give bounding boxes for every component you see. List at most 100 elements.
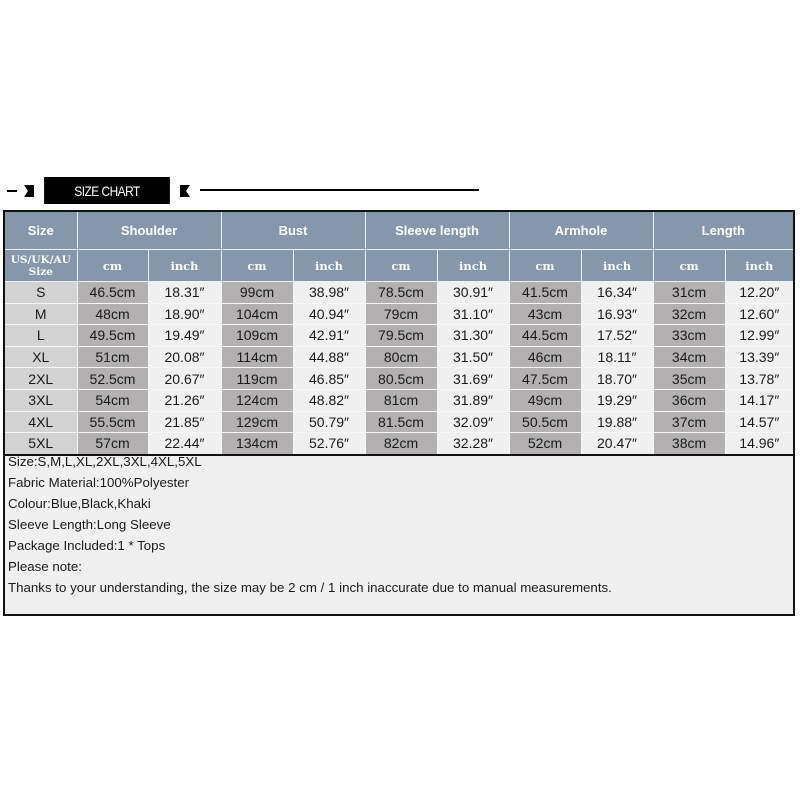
- note-line: Package Included:1 * Tops: [8, 538, 166, 553]
- armhole-cm-cell: 46cm: [509, 346, 582, 369]
- header-armhole: Armhole: [509, 212, 654, 250]
- armhole-cm-cell: 44.5cm: [509, 324, 582, 347]
- armhole-inch-cell: 16.93″: [581, 303, 654, 326]
- size-cell: S: [5, 281, 78, 304]
- shoulder-inch-cell: 20.08″: [148, 346, 222, 369]
- note-line: Fabric Material:100%Polyester: [8, 475, 190, 490]
- sleeve-inch-cell: 31.69″: [437, 367, 510, 390]
- length-cm-cell: 32cm: [653, 303, 726, 326]
- size-chart-banner: SIZE CHART: [0, 176, 800, 206]
- subheader-cm: cm: [365, 249, 438, 282]
- bust-cm-cell: 104cm: [221, 303, 294, 326]
- shoulder-inch-cell: 20.67″: [148, 367, 222, 390]
- sleeve-cm-cell: 81.5cm: [365, 411, 438, 434]
- bust-cm-cell: 109cm: [221, 324, 294, 347]
- sleeve-inch-cell: 31.10″: [437, 303, 510, 326]
- table-row: 3XL 54cm 21.26″ 124cm 48.82″ 81cm 31.89″ 49cm 19…: [5, 389, 794, 412]
- banner-left-dash: [7, 190, 17, 192]
- length-inch-cell: 14.57″: [725, 411, 794, 434]
- armhole-cm-cell: 50.5cm: [509, 411, 582, 434]
- bust-cm-cell: 124cm: [221, 389, 294, 412]
- sleeve-inch-cell: 31.30″: [437, 324, 510, 347]
- length-inch-cell: 12.20″: [725, 281, 794, 304]
- shoulder-cm-cell: 48cm: [77, 303, 149, 326]
- bust-cm-cell: 114cm: [221, 346, 294, 369]
- subheader-cm: cm: [77, 249, 149, 282]
- subheader-size-region: US/UK/AU: [10, 253, 71, 266]
- armhole-cm-cell: 49cm: [509, 389, 582, 412]
- subheader-inch: inch: [437, 249, 510, 282]
- bust-inch-cell: 46.85″: [293, 367, 366, 390]
- table-subheader-row: US/UK/AU Size cm inch cm inch cm inch cm…: [5, 249, 794, 282]
- note-line: Thanks to your understanding, the size m…: [8, 580, 612, 595]
- ribbon-tail-left: [24, 185, 34, 197]
- armhole-cm-cell: 47.5cm: [509, 367, 582, 390]
- shoulder-inch-cell: 19.49″: [148, 324, 222, 347]
- note-line: Please note:: [8, 559, 82, 574]
- header-length: Length: [653, 212, 794, 250]
- armhole-cm-cell: 43cm: [509, 303, 582, 326]
- shoulder-inch-cell: 21.85″: [148, 411, 222, 434]
- size-cell: XL: [5, 346, 78, 369]
- sleeve-cm-cell: 79cm: [365, 303, 438, 326]
- shoulder-inch-cell: 18.90″: [148, 303, 222, 326]
- subheader-cm: cm: [221, 249, 294, 282]
- table-row: 2XL 52.5cm 20.67″ 119cm 46.85″ 80.5cm 31.69″ 47…: [5, 367, 794, 390]
- length-cm-cell: 37cm: [653, 411, 726, 434]
- length-cm-cell: 34cm: [653, 346, 726, 369]
- shoulder-cm-cell: 54cm: [77, 389, 149, 412]
- note-line: Colour:Blue,Black,Khaki: [8, 496, 151, 511]
- sleeve-cm-cell: 78.5cm: [365, 281, 438, 304]
- subheader-inch: inch: [725, 249, 794, 282]
- bust-cm-cell: 99cm: [221, 281, 294, 304]
- sleeve-inch-cell: 31.50″: [437, 346, 510, 369]
- armhole-cm-cell: 41.5cm: [509, 281, 582, 304]
- sleeve-cm-cell: 80.5cm: [365, 367, 438, 390]
- table-header-row: Size Shoulder Bust Sleeve length Armhole…: [5, 212, 794, 250]
- length-cm-cell: 31cm: [653, 281, 726, 304]
- bust-inch-cell: 48.82″: [293, 389, 366, 412]
- shoulder-cm-cell: 51cm: [77, 346, 149, 369]
- armhole-inch-cell: 19.88″: [581, 411, 654, 434]
- table-row: S 46.5cm 18.31″ 99cm 38.98″ 78.5cm 30.91″ 41.5c…: [5, 281, 794, 304]
- table-row: XL 51cm 20.08″ 114cm 44.88″ 80cm 31.50″ 46cm 18.…: [5, 346, 794, 369]
- subheader-inch: inch: [148, 249, 222, 282]
- sleeve-inch-cell: 32.09″: [437, 411, 510, 434]
- note-line: Size:S,M,L,XL,2XL,3XL,4XL,5XL: [8, 454, 202, 469]
- header-shoulder: Shoulder: [77, 212, 222, 250]
- bust-inch-cell: 50.79″: [293, 411, 366, 434]
- bust-inch-cell: 44.88″: [293, 346, 366, 369]
- length-cm-cell: 35cm: [653, 367, 726, 390]
- length-inch-cell: 13.39″: [725, 346, 794, 369]
- subheader-cm: cm: [509, 249, 582, 282]
- shoulder-cm-cell: 49.5cm: [77, 324, 149, 347]
- shoulder-inch-cell: 18.31″: [148, 281, 222, 304]
- sleeve-cm-cell: 80cm: [365, 346, 438, 369]
- sleeve-cm-cell: 79.5cm: [365, 324, 438, 347]
- note-line: Sleeve Length:Long Sleeve: [8, 517, 171, 532]
- table-row: 4XL 55.5cm 21.85″ 129cm 50.79″ 81.5cm 32.09″ 50…: [5, 411, 794, 434]
- armhole-inch-cell: 16.34″: [581, 281, 654, 304]
- sleeve-inch-cell: 30.91″: [437, 281, 510, 304]
- table-row: L 49.5cm 19.49″ 109cm 42.91″ 79.5cm 31.30″ 44.5…: [5, 324, 794, 347]
- armhole-inch-cell: 18.70″: [581, 367, 654, 390]
- shoulder-cm-cell: 46.5cm: [77, 281, 149, 304]
- ribbon-tail-right: [180, 185, 190, 197]
- subheader-inch: inch: [581, 249, 654, 282]
- length-inch-cell: 14.17″: [725, 389, 794, 412]
- armhole-inch-cell: 17.52″: [581, 324, 654, 347]
- subheader-size: US/UK/AU Size: [5, 249, 78, 282]
- table-row: M 48cm 18.90″ 104cm 40.94″ 79cm 31.10″ 43cm 16.9…: [5, 303, 794, 326]
- size-cell: 3XL: [5, 389, 78, 412]
- length-cm-cell: 33cm: [653, 324, 726, 347]
- shoulder-cm-cell: 52.5cm: [77, 367, 149, 390]
- size-chart-frame: Size Shoulder Bust Sleeve length Armhole…: [3, 210, 795, 616]
- subheader-cm: cm: [653, 249, 726, 282]
- banner-rule: [200, 189, 479, 191]
- length-inch-cell: 12.60″: [725, 303, 794, 326]
- size-cell: 2XL: [5, 367, 78, 390]
- size-cell: L: [5, 324, 78, 347]
- sleeve-cm-cell: 81cm: [365, 389, 438, 412]
- length-cm-cell: 36cm: [653, 389, 726, 412]
- sleeve-inch-cell: 31.89″: [437, 389, 510, 412]
